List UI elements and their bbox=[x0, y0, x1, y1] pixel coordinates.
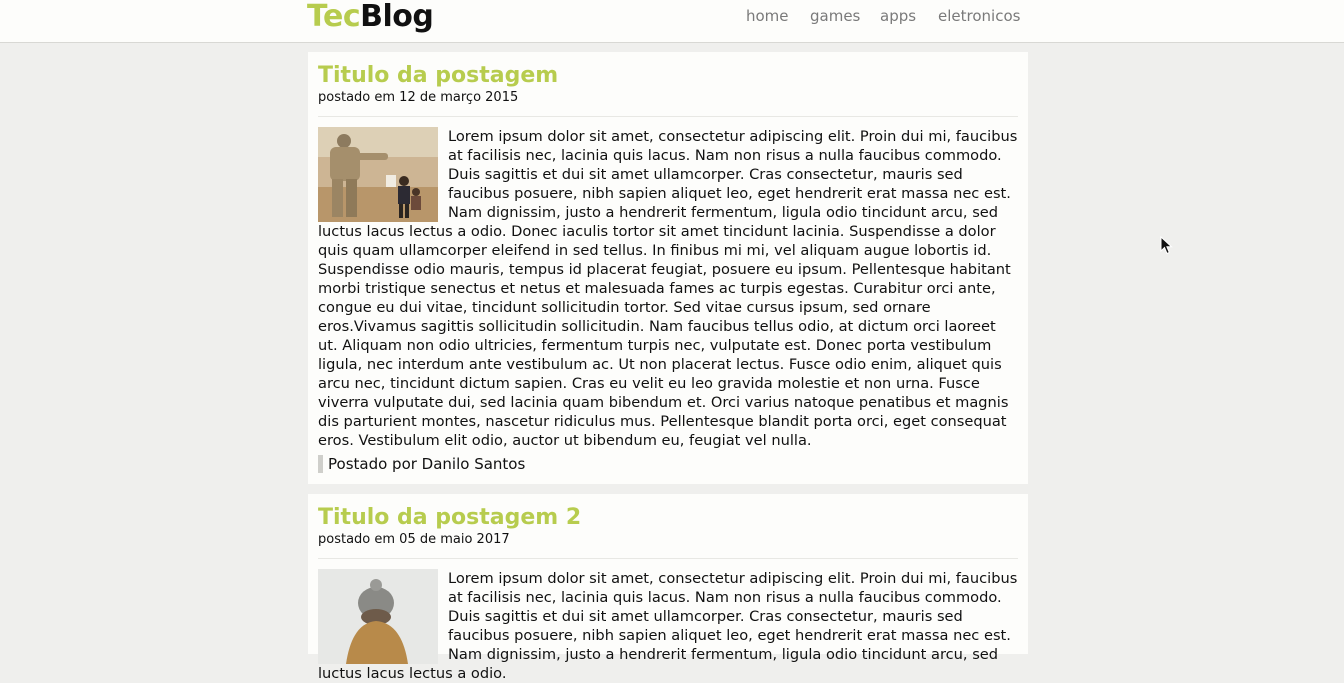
post-card: Titulo da postagem postado em 12 de març… bbox=[308, 52, 1028, 484]
post-title[interactable]: Titulo da postagem 2 bbox=[318, 504, 581, 532]
top-navbar: TecBlog home games apps eletronicos bbox=[0, 0, 1344, 43]
mouse-pointer-icon bbox=[1160, 236, 1173, 255]
nav-link-home[interactable]: home bbox=[746, 6, 789, 26]
post-body: Lorem ipsum dolor sit amet, consectetur … bbox=[318, 569, 1018, 683]
nav-link-apps[interactable]: apps bbox=[880, 6, 916, 26]
post-author: Postado por Danilo Santos bbox=[318, 455, 525, 473]
site-logo[interactable]: TecBlog bbox=[307, 0, 434, 36]
post-body: Lorem ipsum dolor sit amet, consectetur … bbox=[318, 127, 1018, 450]
nav-link-eletronicos[interactable]: eletronicos bbox=[938, 6, 1020, 26]
post-image-soldier bbox=[318, 127, 438, 222]
post-divider bbox=[318, 558, 1018, 559]
post-image-person-hat bbox=[318, 569, 438, 664]
post-card: Titulo da postagem 2 postado em 05 de ma… bbox=[308, 494, 1028, 682]
logo-part-tec: Tec bbox=[307, 0, 361, 34]
nav-link-games[interactable]: games bbox=[810, 6, 860, 26]
logo-part-blog: Blog bbox=[360, 0, 434, 34]
post-date: postado em 12 de março 2015 bbox=[318, 90, 519, 105]
post-divider bbox=[318, 116, 1018, 117]
post-date: postado em 05 de maio 2017 bbox=[318, 532, 510, 547]
post-title[interactable]: Titulo da postagem bbox=[318, 62, 558, 90]
